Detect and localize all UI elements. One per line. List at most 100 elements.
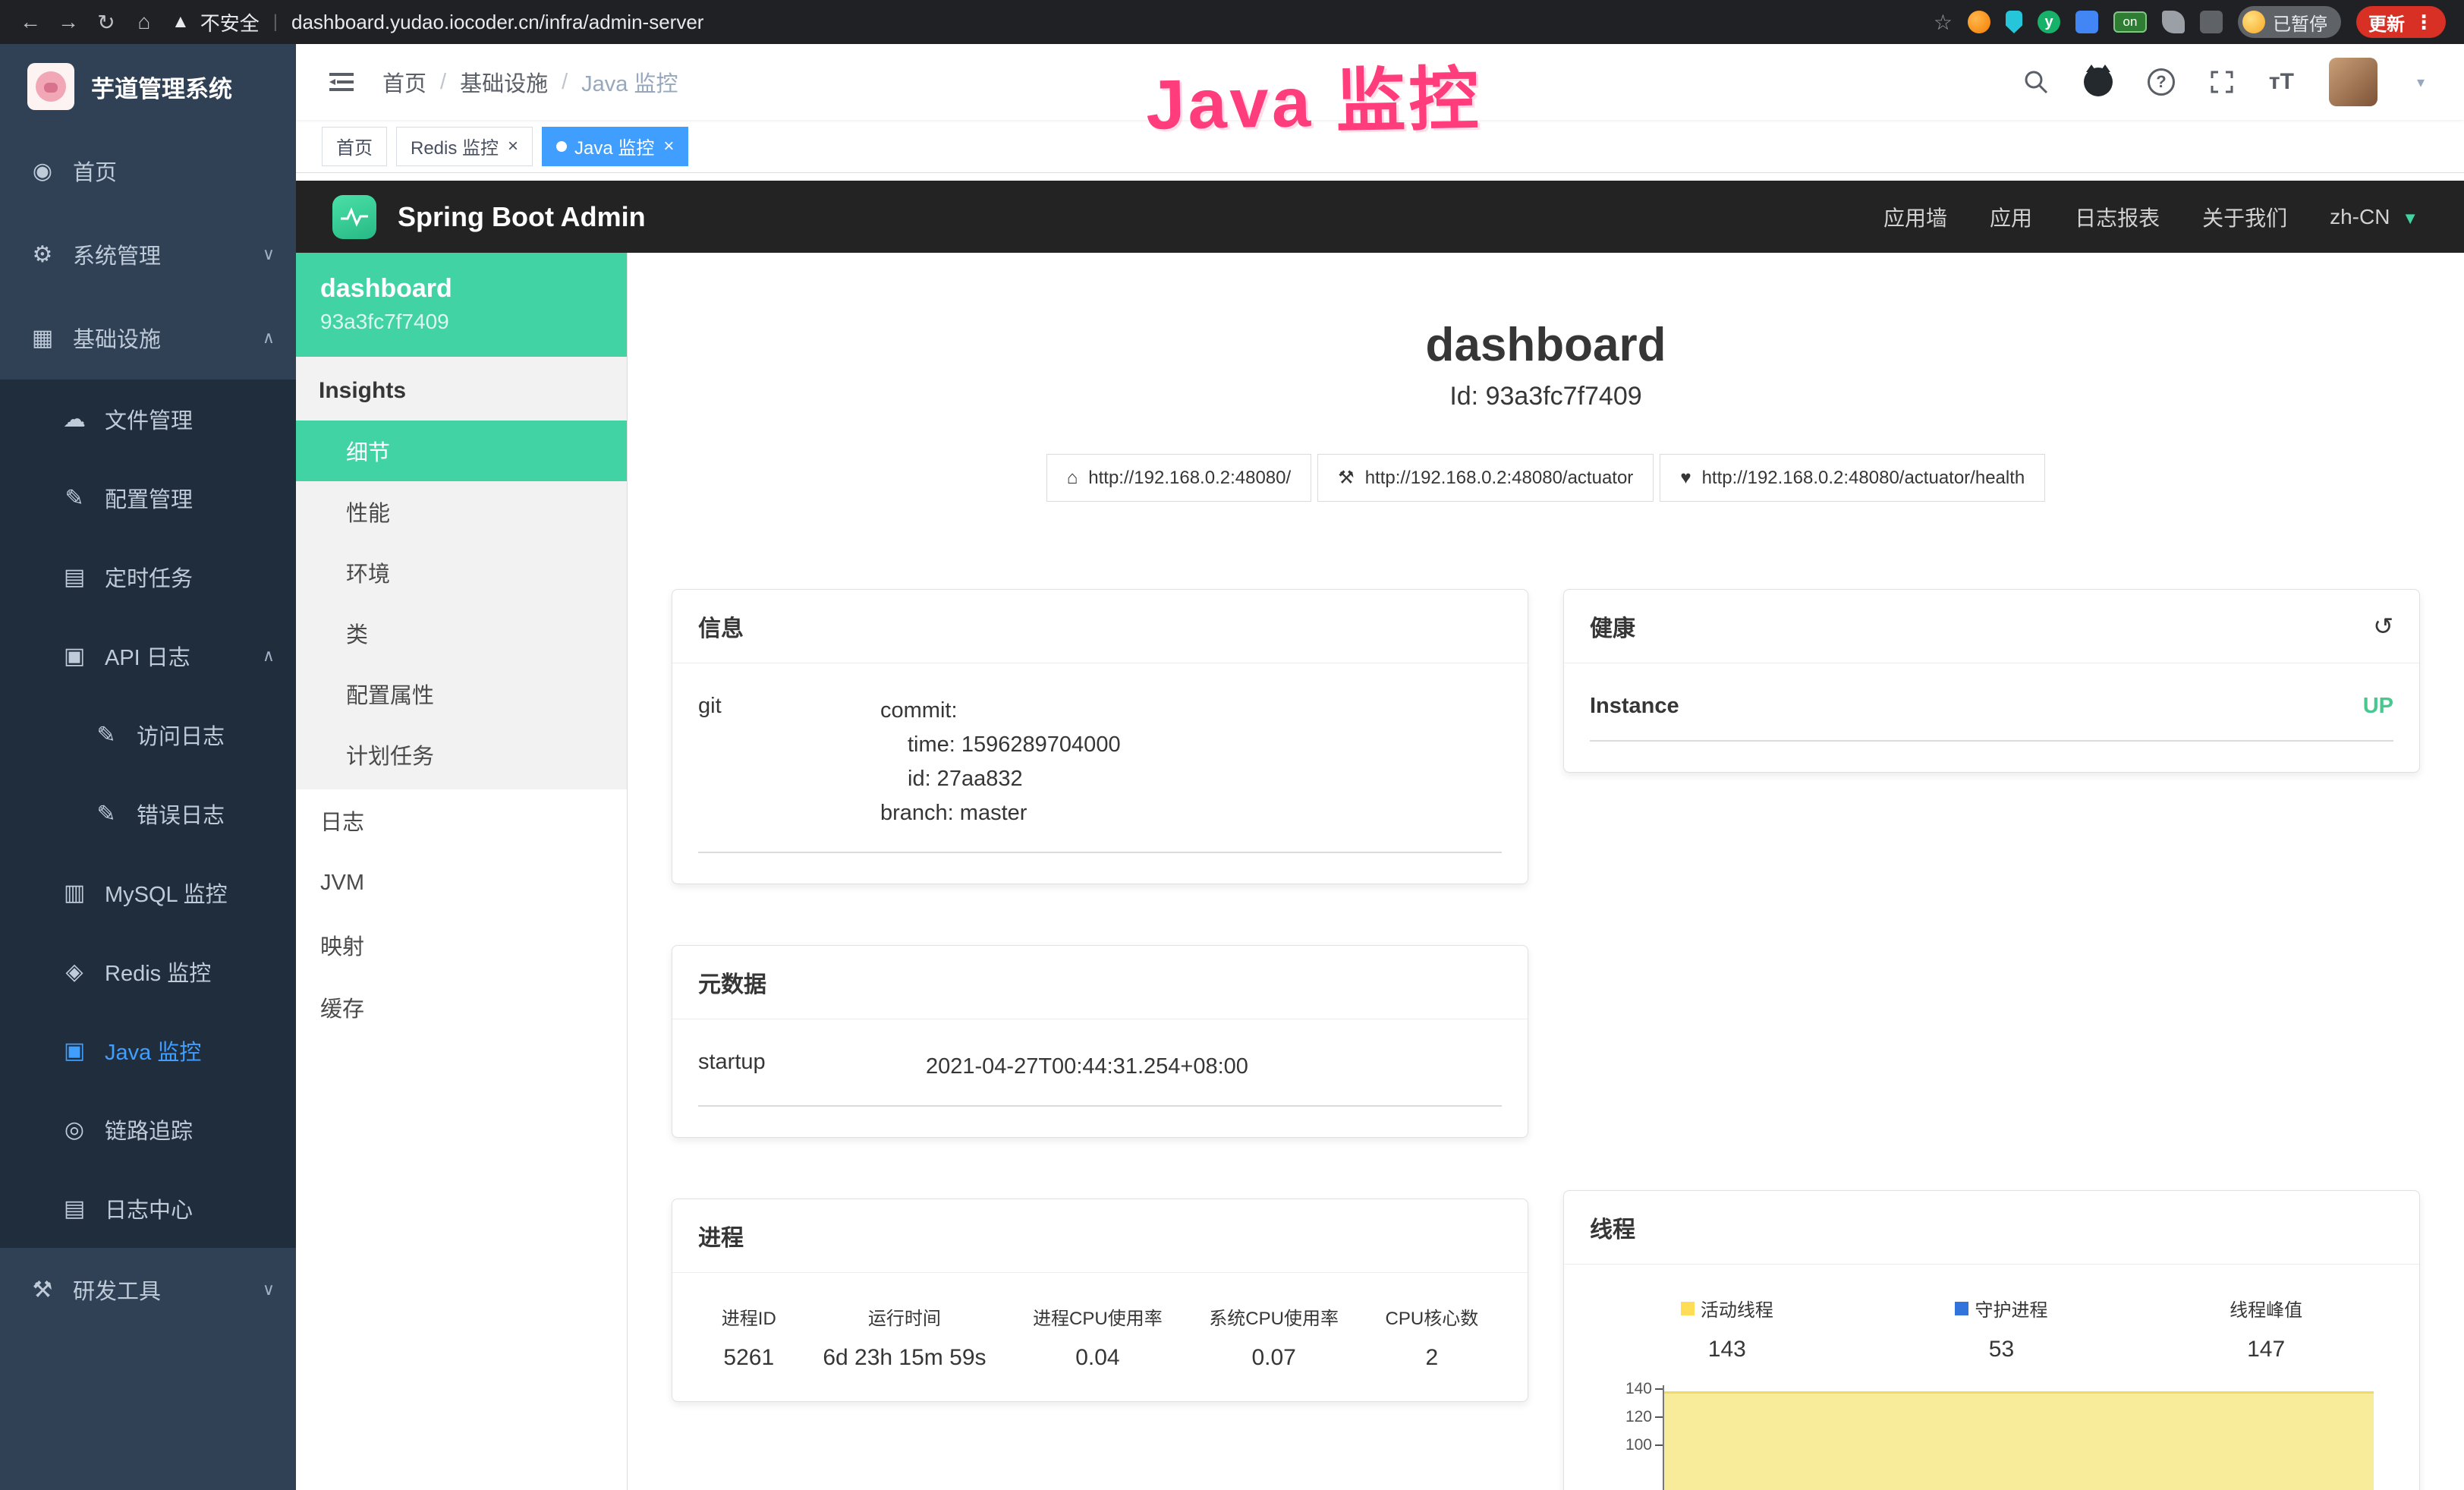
sba-menu-logs[interactable]: 日志 — [296, 789, 627, 852]
app-logo[interactable]: 芋道管理系统 — [0, 44, 296, 129]
sidebar-item-label: 访问日志 — [137, 719, 225, 751]
screen: ← → ↻ ⌂ ▲ 不安全 | dashboard.yudao.iocoder.… — [0, 0, 2464, 1490]
tab-java-monitor[interactable]: Java 监控 × — [542, 127, 688, 166]
cloud-icon: ☁ — [61, 406, 88, 433]
stat-value: 2 — [1386, 1345, 1479, 1371]
sba-menu-scheduled-tasks[interactable]: 计划任务 — [296, 724, 627, 785]
apps-grid-icon[interactable] — [2075, 11, 2098, 33]
menu-label: 计划任务 — [346, 739, 434, 770]
sidebar-item-scheduled-jobs[interactable]: ▤ 定时任务 — [0, 537, 296, 616]
sidebar-item-api-log[interactable]: ▣ API 日志 ∧ — [0, 616, 296, 695]
git-id-line: id: 27aa832 — [880, 762, 1502, 796]
service-url-link[interactable]: ⌂ http://192.168.0.2:48080/ — [1046, 454, 1311, 502]
edit-icon: ✎ — [61, 485, 88, 512]
puzzle-icon[interactable] — [2200, 11, 2223, 33]
threads-card: 线程 活动线程 — [1563, 1190, 2420, 1490]
sba-brand[interactable]: Spring Boot Admin — [398, 201, 646, 233]
metadata-card: 元数据 startup 2021-04-27T00:44:31.254+08:0… — [672, 945, 1528, 1138]
sba-menu-metrics[interactable]: 性能 — [296, 481, 627, 542]
card-header: 元数据 — [672, 946, 1528, 1019]
search-icon[interactable] — [2023, 69, 2049, 95]
tab-home[interactable]: 首页 — [322, 127, 387, 166]
sba-menu-caches[interactable]: 缓存 — [296, 976, 627, 1038]
locale-label: zh-CN — [2330, 205, 2390, 228]
sba-nav-applications[interactable]: 应用 — [1990, 202, 2032, 232]
health-status-badge: UP — [2363, 694, 2393, 719]
card-body: Instance UP — [1564, 663, 2419, 772]
sidebar-item-label: 链路追踪 — [105, 1114, 193, 1145]
tab-label: Redis 监控 — [411, 133, 499, 159]
close-icon[interactable]: × — [508, 136, 518, 157]
home-icon[interactable]: ⌂ — [127, 5, 161, 39]
user-avatar[interactable] — [2329, 58, 2377, 106]
close-icon[interactable]: × — [663, 136, 674, 157]
sidebar-item-log-center[interactable]: ▤ 日志中心 — [0, 1169, 296, 1248]
edit-icon: ✎ — [93, 722, 120, 748]
sidebar-item-file-manage[interactable]: ☁ 文件管理 — [0, 380, 296, 458]
sba-menu-environment[interactable]: 环境 — [296, 542, 627, 603]
sba-menu-details[interactable]: 细节 — [296, 421, 627, 481]
breadcrumb-home[interactable]: 首页 — [382, 66, 426, 98]
sidebar-item-java-monitor[interactable]: ▣ Java 监控 — [0, 1011, 296, 1090]
address-bar[interactable]: ▲ 不安全 | dashboard.yudao.iocoder.cn/infra… — [172, 8, 1934, 36]
sidebar-item-devtools[interactable]: ⚒ 研发工具 ∨ — [0, 1248, 296, 1331]
menu-label: 性能 — [346, 496, 390, 528]
sidebar-item-infrastructure[interactable]: ▦ 基础设施 ∧ — [0, 296, 296, 380]
sba-nav-journal[interactable]: 日志报表 — [2075, 202, 2160, 232]
sidebar-item-error-log[interactable]: ✎ 错误日志 — [0, 774, 296, 853]
reload-icon[interactable]: ↻ — [90, 5, 123, 39]
main-column: Java 监控 首页 / 基础设施 / Java 监控 — [296, 44, 2464, 1490]
card-title: 健康 — [1590, 610, 1635, 643]
github-icon[interactable] — [2084, 68, 2113, 96]
help-icon[interactable]: ? — [2148, 68, 2175, 96]
sba-menu-jvm[interactable]: JVM — [296, 852, 627, 914]
sba-nav-wall[interactable]: 应用墙 — [1883, 202, 1947, 232]
instance-header[interactable]: dashboard 93a3fc7f7409 — [296, 253, 627, 357]
actuator-url-link[interactable]: ⚒ http://192.168.0.2:48080/actuator — [1317, 454, 1654, 502]
insights-group-label: Insights — [296, 357, 627, 421]
menu-kebab-icon[interactable]: ⋮ — [2414, 11, 2434, 34]
switch-on-icon[interactable]: on — [2113, 11, 2147, 33]
forward-icon[interactable]: → — [52, 5, 85, 39]
tab-redis-monitor[interactable]: Redis 监控 × — [396, 127, 533, 166]
active-dot-icon — [556, 141, 567, 152]
sba-menu-classes[interactable]: 类 — [296, 603, 627, 663]
sidebar-item-config-manage[interactable]: ✎ 配置管理 — [0, 458, 296, 537]
palette-icon[interactable] — [1968, 11, 1990, 33]
sidebar-item-system[interactable]: ⚙ 系统管理 ∨ — [0, 213, 296, 296]
sidebar-item-label: 配置管理 — [105, 482, 193, 514]
breadcrumb-infrastructure[interactable]: 基础设施 — [460, 66, 548, 98]
live-threads-area-series — [1664, 1391, 2374, 1490]
health-url-link[interactable]: ♥ http://192.168.0.2:48080/actuator/heal… — [1660, 454, 2045, 502]
pin-icon[interactable] — [2006, 11, 2022, 33]
cards-left-column: 信息 git commit: time: 1596289704000 — [672, 589, 1528, 1490]
sba-menu-configprops[interactable]: 配置属性 — [296, 663, 627, 724]
update-button[interactable]: 更新 ⋮ — [2356, 6, 2446, 38]
sba-content: dashboard Id: 93a3fc7f7409 ⌂ http://192.… — [628, 253, 2464, 1490]
sidebar-item-mysql-monitor[interactable]: ▥ MySQL 监控 — [0, 853, 296, 932]
sba-menu-mappings[interactable]: 映射 — [296, 914, 627, 976]
sidebar-item-redis-monitor[interactable]: ◈ Redis 监控 — [0, 932, 296, 1011]
sidebar-item-tracing[interactable]: ◎ 链路追踪 — [0, 1090, 296, 1169]
profile-chip[interactable]: 已暂停 — [2238, 6, 2341, 38]
history-icon[interactable]: ↺ — [2373, 612, 2393, 641]
fullscreen-icon[interactable] — [2210, 70, 2234, 94]
sidebar-item-access-log[interactable]: ✎ 访问日志 — [0, 695, 296, 774]
bookmark-icon[interactable]: ☆ — [1934, 10, 1953, 35]
yuque-icon[interactable]: y — [2038, 11, 2060, 33]
spring-boot-admin-logo-icon[interactable] — [332, 195, 376, 239]
sidebar-fold-icon[interactable] — [326, 67, 357, 97]
sba-nav-about[interactable]: 关于我们 — [2202, 202, 2287, 232]
card-body: git commit: time: 1596289704000 id: 27aa… — [672, 663, 1528, 884]
breadcrumb-separator: / — [562, 70, 568, 95]
dashboard-icon: ◉ — [29, 158, 56, 184]
metadata-value: 2021-04-27T00:44:31.254+08:00 — [926, 1050, 1502, 1084]
sidebar-item-label: 日志中心 — [105, 1192, 193, 1224]
threads-legend: 活动线程 143 守护进程 — [1590, 1295, 2393, 1362]
sba-locale-select[interactable]: zh-CN ▼ — [2330, 205, 2418, 229]
not-secure-icon: ▲ — [172, 11, 190, 33]
back-icon[interactable]: ← — [14, 5, 47, 39]
sidebar-item-home[interactable]: ◉ 首页 — [0, 129, 296, 213]
leaf-icon[interactable] — [2162, 11, 2185, 33]
font-size-icon[interactable]: тT — [2269, 69, 2294, 95]
